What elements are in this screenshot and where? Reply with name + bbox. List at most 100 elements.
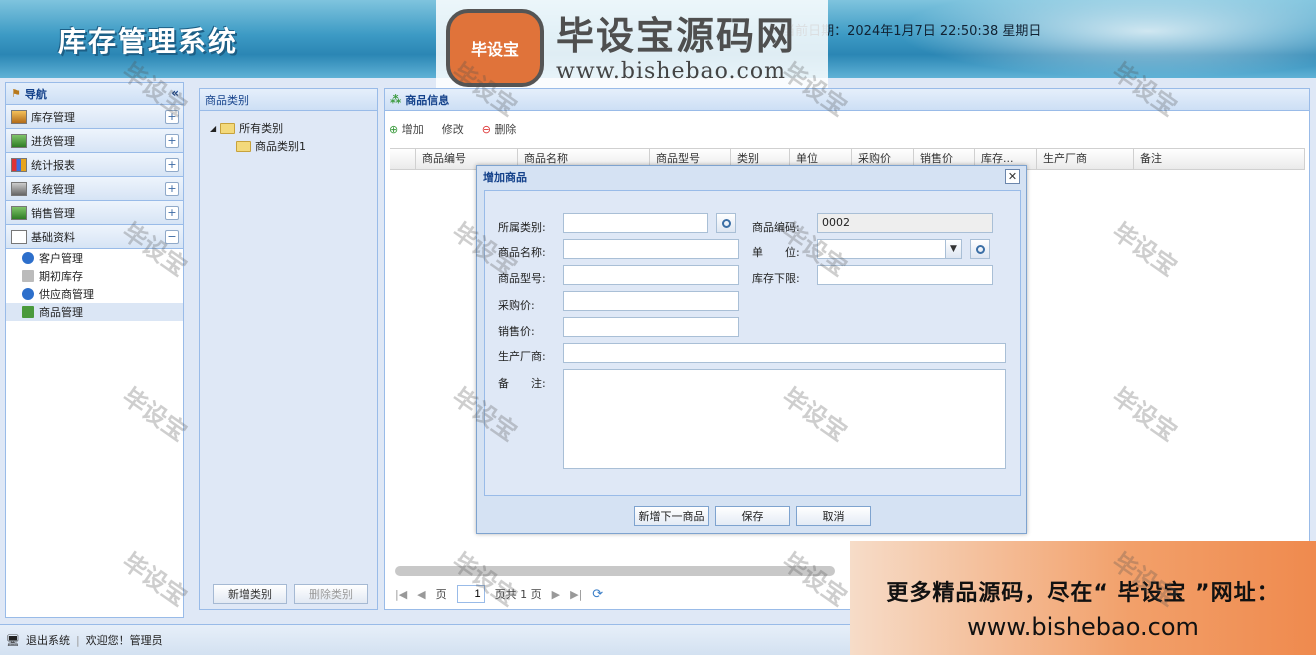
next-page-icon[interactable]: ▶ — [552, 588, 560, 601]
goods-header: ⁂ 商品信息 — [385, 89, 1309, 111]
logout-link[interactable]: 退出系统 — [26, 632, 70, 648]
sale-price-input[interactable] — [563, 317, 739, 337]
delete-category-button[interactable]: 删除类别 — [294, 584, 368, 604]
add-goods-button[interactable]: ⊕ 增加 — [389, 121, 424, 137]
nav-section-label: 统计报表 — [31, 158, 75, 172]
nav-item-label: 期初库存 — [39, 270, 83, 283]
refresh-icon[interactable]: ⟳ — [592, 587, 603, 602]
promo-line1: 更多精品源码，尽在“ 毕设宝 ”网址： — [886, 581, 1280, 606]
nav-title: 导航 — [24, 87, 47, 101]
nav-section-label: 基础资料 — [31, 230, 75, 244]
purchase-icon — [11, 133, 27, 148]
maker-input[interactable] — [563, 343, 1006, 363]
document-icon — [11, 229, 27, 244]
purchase-price-label: 采购价: — [498, 299, 535, 312]
min-stock-input[interactable] — [817, 265, 993, 285]
monitor-icon: 🖥 — [6, 633, 20, 647]
nav-item-opening-stock[interactable]: 期初库存 — [6, 267, 183, 285]
nav-item-label: 商品管理 — [39, 306, 83, 319]
close-icon[interactable]: ✕ — [1005, 169, 1020, 184]
tree-node-label: 所有类别 — [239, 122, 284, 135]
cancel-button[interactable]: 取消 — [796, 506, 871, 526]
unit-select[interactable]: ▼ — [817, 239, 962, 259]
inventory-icon — [11, 109, 27, 124]
header-glow — [896, 0, 1316, 78]
add-category-button[interactable]: 新增类别 — [213, 584, 287, 604]
nav-item-suppliers[interactable]: 供应商管理 — [6, 285, 183, 303]
nav-item-label: 客户管理 — [39, 252, 83, 265]
remark-textarea[interactable] — [563, 369, 1006, 469]
model-label: 商品型号: — [498, 272, 546, 285]
nav-section-inventory[interactable]: 库存管理 + — [6, 105, 183, 129]
nav-section-purchase[interactable]: 进货管理 + — [6, 129, 183, 153]
add-label: 增加 — [401, 123, 424, 136]
logo-sub: www.bishebao.com — [556, 58, 786, 84]
nav-section-system[interactable]: 系统管理 + — [6, 177, 183, 201]
nav-item-customers[interactable]: 客户管理 — [6, 249, 183, 267]
nav-section-sales[interactable]: 销售管理 + — [6, 201, 183, 225]
nav-section-label: 进货管理 — [31, 134, 75, 148]
expand-icon[interactable]: + — [165, 158, 179, 172]
user-icon — [22, 252, 34, 264]
nav-section-basic[interactable]: 基础资料 − — [6, 225, 183, 249]
grid-icon: ⁂ — [390, 93, 402, 106]
prev-page-icon[interactable]: ◀ — [417, 588, 425, 601]
tree-node-root[interactable]: ◢ 所有类别 — [210, 119, 377, 137]
expand-icon[interactable]: + — [165, 110, 179, 124]
save-button[interactable]: 保存 — [715, 506, 790, 526]
nav-panel: ⚑ 导航 « 库存管理 + 进货管理 + 统计报表 + 系统管理 + 销售管理 + 基础资… — [5, 82, 184, 618]
first-page-icon[interactable]: |◀ — [395, 588, 407, 601]
user-icon — [22, 288, 34, 300]
nav-section-label: 系统管理 — [31, 182, 75, 196]
pagination-bar: |◀ ◀ 页 页共 1 页 ▶ ▶| ⟳ — [395, 585, 603, 603]
category-header: 商品类别 — [200, 89, 377, 111]
sale-price-label: 销售价: — [498, 325, 535, 338]
model-input[interactable] — [563, 265, 739, 285]
last-page-icon[interactable]: ▶| — [570, 588, 582, 601]
dialog-titlebar: 增加商品 ✕ — [477, 166, 1026, 188]
column-header[interactable]: 备注 — [1134, 149, 1305, 169]
category-label: 所属类别: — [498, 221, 546, 234]
category-input[interactable] — [563, 213, 708, 233]
promo-line2: www.bishebao.com — [967, 613, 1199, 641]
add-goods-dialog: 增加商品 ✕ 所属类别: 商品编码: 0002 商品名称: 单 位: ▼ 商品型… — [476, 165, 1027, 534]
nav-section-label: 销售管理 — [31, 206, 75, 220]
code-input[interactable]: 0002 — [817, 213, 993, 233]
expand-arrow-icon[interactable]: ◢ — [210, 124, 216, 133]
promo-banner: 更多精品源码，尽在“ 毕设宝 ”网址： www.bishebao.com — [850, 541, 1316, 655]
nav-section-reports[interactable]: 统计报表 + — [6, 153, 183, 177]
category-tree: ◢ 所有类别 商品类别1 — [200, 111, 377, 155]
column-header[interactable]: 生产厂商 — [1037, 149, 1134, 169]
edit-label: 修改 — [441, 123, 464, 136]
unit-label: 单 位: — [752, 246, 800, 259]
purchase-price-input[interactable] — [563, 291, 739, 311]
chevron-down-icon[interactable]: ▼ — [945, 240, 961, 258]
collapse-icon[interactable]: « — [171, 86, 179, 100]
unit-search-button[interactable] — [970, 239, 990, 259]
site-logo: 毕设宝 毕设宝源码网 www.bishebao.com — [436, 0, 828, 96]
edit-goods-button[interactable]: 修改 — [442, 121, 464, 137]
divider: | — [75, 633, 80, 647]
remark-label: 备 注: — [498, 377, 546, 390]
nav-item-goods[interactable]: 商品管理 — [6, 303, 183, 321]
sales-icon — [11, 205, 27, 220]
page-number-input[interactable] — [456, 585, 485, 603]
delete-goods-button[interactable]: ⊖ 删除 — [482, 121, 517, 137]
dialog-title: 增加商品 — [483, 171, 527, 184]
expand-icon[interactable]: + — [165, 182, 179, 196]
horizontal-scrollbar[interactable] — [395, 566, 835, 576]
search-icon — [975, 244, 985, 254]
expand-icon[interactable]: + — [165, 206, 179, 220]
save-and-next-button[interactable]: 新增下一商品 — [634, 506, 709, 526]
expand-icon[interactable]: + — [165, 134, 179, 148]
tree-node-child[interactable]: 商品类别1 — [210, 137, 377, 155]
name-input[interactable] — [563, 239, 739, 259]
logo-main: 毕设宝源码网 — [556, 13, 797, 58]
logo-text: 毕设宝源码网 www.bishebao.com — [556, 13, 796, 84]
category-search-button[interactable] — [716, 213, 736, 233]
collapse-section-icon[interactable]: − — [165, 230, 179, 244]
chart-icon — [11, 157, 27, 172]
maker-label: 生产厂商: — [498, 350, 546, 363]
dialog-form: 所属类别: 商品编码: 0002 商品名称: 单 位: ▼ 商品型号: 库存下限… — [484, 190, 1021, 496]
folder-icon — [220, 122, 236, 134]
